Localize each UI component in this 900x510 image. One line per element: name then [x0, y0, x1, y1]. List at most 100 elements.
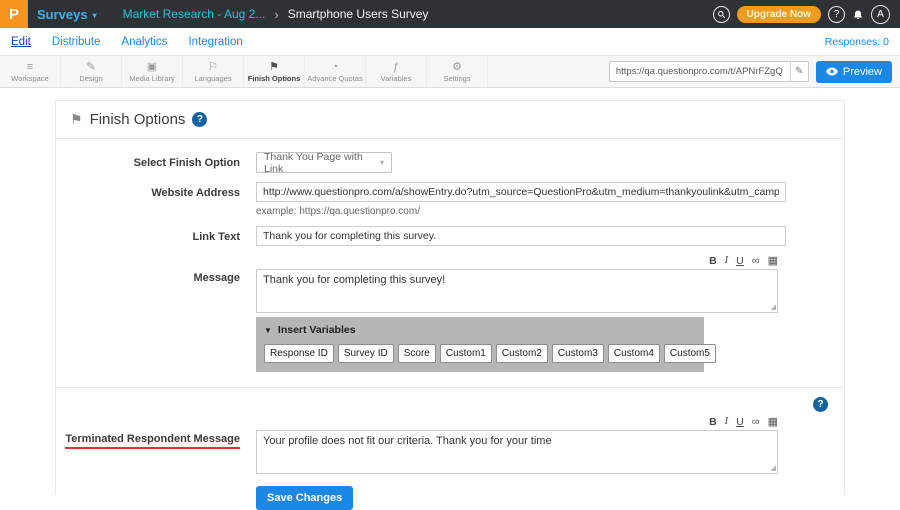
toolbar-item-label: Finish Options	[248, 74, 301, 83]
topbar: P Surveys ▾ Market Research - Aug 2... ›…	[0, 0, 900, 28]
image-icon[interactable]: ▦	[768, 255, 778, 267]
variable-buttons: Response ID Survey ID Score Custom1 Cust…	[264, 344, 696, 363]
media-library-icon: ▣	[147, 61, 157, 73]
insert-variables-panel: ▼ Insert Variables Response ID Survey ID…	[256, 317, 704, 372]
toolbar-item-workspace[interactable]: ≡ Workspace	[0, 56, 61, 87]
design-icon: ✎	[86, 61, 95, 73]
settings-icon: ⚙	[452, 61, 462, 73]
finish-options-help-icon[interactable]: ?	[192, 112, 207, 127]
product-switcher[interactable]: Surveys ▾	[37, 7, 97, 22]
message-label: Message	[56, 255, 252, 372]
notifications-bell-icon[interactable]	[852, 8, 864, 20]
bold-button[interactable]: B	[709, 416, 717, 428]
edit-url-pencil-icon[interactable]: ✎	[790, 62, 808, 81]
resize-handle-icon[interactable]: ◢	[771, 303, 776, 311]
variable-button-survey-id[interactable]: Survey ID	[338, 344, 394, 363]
message-editor-toolbar: B I U ∞ ▦	[256, 255, 778, 267]
survey-url-field: ✎	[609, 61, 809, 82]
message-textarea[interactable]: Thank you for completing this survey!	[256, 269, 778, 313]
toolbar-item-advance-quotas[interactable]: ◔ Advance Quotas	[305, 56, 366, 87]
toolbar-item-design[interactable]: ✎ Design	[61, 56, 122, 87]
page-title: Finish Options	[90, 111, 186, 128]
italic-button[interactable]: I	[725, 255, 729, 267]
panel-header: ⚑ Finish Options ?	[56, 101, 844, 139]
italic-button[interactable]: I	[725, 416, 729, 428]
caret-down-icon: ▼	[264, 326, 272, 335]
toolbar-item-label: Languages	[194, 74, 231, 83]
product-label: Surveys	[37, 7, 88, 22]
help-icon[interactable]: ?	[828, 6, 845, 23]
terminated-editor-toolbar: B I U ∞ ▦	[256, 416, 778, 428]
bold-button[interactable]: B	[709, 255, 717, 267]
toolbar-item-label: Variables	[381, 74, 412, 83]
terminated-message-label: Terminated Respondent Message	[56, 416, 252, 474]
variable-button-score[interactable]: Score	[398, 344, 436, 363]
save-row: Save Changes	[56, 483, 844, 510]
finish-options-panel: ⚑ Finish Options ? Select Finish Option …	[55, 100, 845, 494]
finish-flag-icon: ⚑	[70, 111, 83, 128]
toolbar-item-label: Workspace	[11, 74, 48, 83]
resize-handle-icon[interactable]: ◢	[771, 464, 776, 472]
breadcrumb-parent[interactable]: Market Research - Aug 2...	[123, 7, 266, 21]
main-content: ⚑ Finish Options ? Select Finish Option …	[0, 89, 900, 492]
chevron-down-icon: ▾	[93, 11, 97, 20]
terminated-message-textarea[interactable]: Your profile does not fit our criteria. …	[256, 430, 778, 474]
variable-button-custom5[interactable]: Custom5	[664, 344, 716, 363]
toolbar-item-variables[interactable]: ƒ Variables	[366, 56, 427, 87]
toolbar-item-label: Design	[79, 74, 102, 83]
search-icon[interactable]	[713, 6, 730, 23]
finish-option-value: Thank You Page with Link	[264, 151, 380, 175]
toolbar-item-media-library[interactable]: ▣ Media Library	[122, 56, 183, 87]
toolbar-item-label: Advance Quotas	[307, 74, 362, 83]
variable-button-custom2[interactable]: Custom2	[496, 344, 548, 363]
link-icon[interactable]: ∞	[752, 255, 760, 267]
save-row-spacer	[56, 483, 252, 510]
avatar[interactable]: A	[871, 5, 890, 24]
variable-button-custom3[interactable]: Custom3	[552, 344, 604, 363]
underline-button[interactable]: U	[736, 416, 744, 428]
insert-variables-title: Insert Variables	[278, 324, 356, 336]
preview-button[interactable]: Preview	[816, 61, 892, 83]
tab-distribute[interactable]: Distribute	[52, 36, 101, 48]
toolbar-item-finish-options[interactable]: ⚑ Finish Options	[244, 56, 305, 87]
toolbar-item-languages[interactable]: ⚐ Languages	[183, 56, 244, 87]
toolbar-right: ✎ Preview	[609, 56, 900, 87]
website-address-label: Website Address	[56, 182, 252, 217]
finish-options-form: Select Finish Option Thank You Page with…	[56, 139, 844, 510]
tab-analytics[interactable]: Analytics	[121, 36, 167, 48]
link-icon[interactable]: ∞	[752, 416, 760, 428]
breadcrumb-current: Smartphone Users Survey	[288, 7, 429, 21]
underline-button[interactable]: U	[736, 255, 744, 267]
responses-count[interactable]: Responses: 0	[825, 36, 889, 48]
variable-button-custom1[interactable]: Custom1	[440, 344, 492, 363]
finish-options-icon: ⚑	[269, 61, 279, 73]
website-address-input[interactable]	[256, 182, 786, 202]
survey-url-input[interactable]	[609, 61, 809, 82]
survey-nav: Edit Distribute Analytics Integration Re…	[0, 28, 900, 55]
terminated-message-label-text: Terminated Respondent Message	[65, 433, 240, 449]
save-changes-button[interactable]: Save Changes	[256, 486, 353, 510]
insert-variables-toggle[interactable]: ▼ Insert Variables	[264, 324, 696, 336]
questionpro-logo[interactable]: P	[0, 0, 28, 28]
variables-icon: ƒ	[393, 61, 399, 73]
toolbar-item-settings[interactable]: ⚙ Settings	[427, 56, 488, 87]
tab-integration[interactable]: Integration	[188, 36, 242, 48]
variable-button-custom4[interactable]: Custom4	[608, 344, 660, 363]
link-text-input[interactable]	[256, 226, 786, 246]
terminated-help-icon[interactable]: ?	[813, 397, 828, 412]
section-divider	[56, 387, 844, 388]
workspace-icon: ≡	[27, 61, 33, 73]
preview-label: Preview	[843, 66, 882, 78]
terminated-message-row: Terminated Respondent Message B I U ∞ ▦ …	[56, 416, 844, 474]
tab-edit[interactable]: Edit	[11, 36, 31, 48]
image-icon[interactable]: ▦	[768, 416, 778, 428]
chevron-down-icon: ▾	[380, 158, 384, 167]
toolbar-item-label: Settings	[443, 74, 470, 83]
toolbar-item-label: Media Library	[129, 74, 174, 83]
variable-button-response-id[interactable]: Response ID	[264, 344, 334, 363]
finish-option-label: Select Finish Option	[56, 152, 252, 173]
advance-quotas-icon: ◔	[332, 61, 339, 73]
upgrade-now-button[interactable]: Upgrade Now	[737, 6, 821, 23]
finish-option-row: Select Finish Option Thank You Page with…	[56, 152, 844, 173]
finish-option-dropdown[interactable]: Thank You Page with Link ▾	[256, 152, 392, 173]
